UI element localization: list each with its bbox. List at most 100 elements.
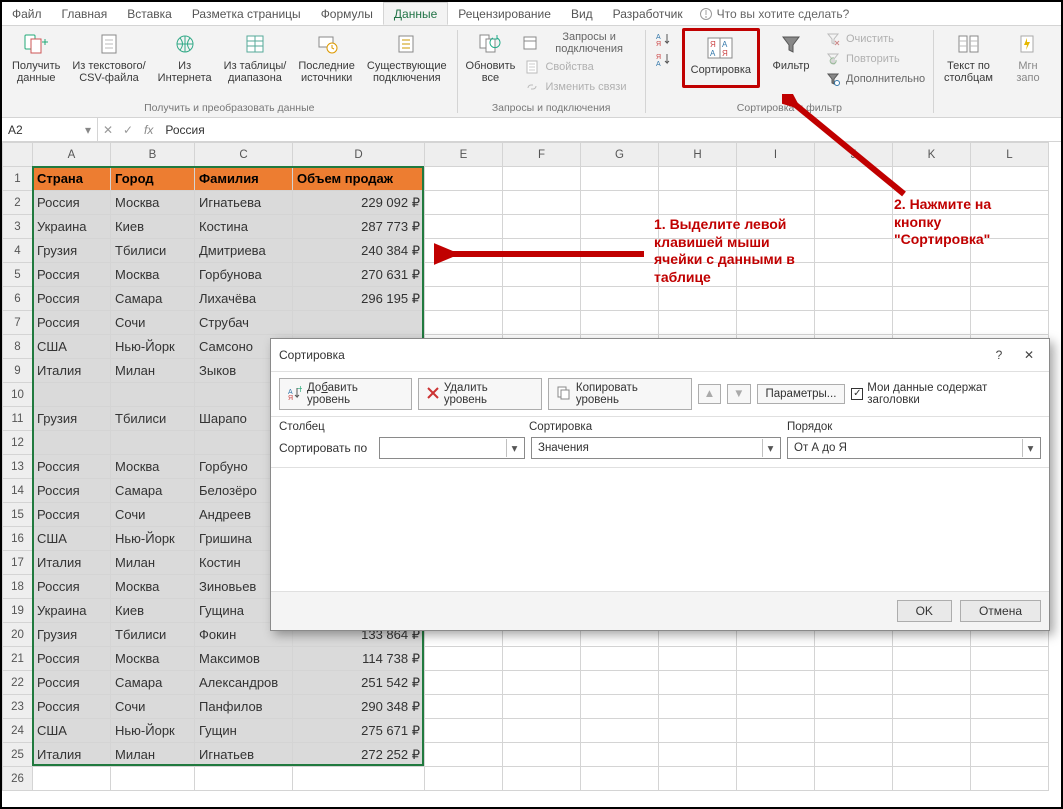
cell[interactable]: Россия — [33, 479, 111, 503]
cell[interactable]: Милан — [111, 743, 195, 767]
col-header-E[interactable]: E — [425, 143, 503, 167]
select-all-corner[interactable] — [3, 143, 33, 167]
cell[interactable] — [971, 215, 1049, 239]
flash-fill-button[interactable]: Мгн запо — [1001, 28, 1055, 86]
cell[interactable] — [659, 263, 737, 287]
cell[interactable] — [33, 431, 111, 455]
cell[interactable]: Сочи — [111, 695, 195, 719]
cell[interactable] — [893, 167, 971, 191]
sort-za-button[interactable]: ЯА — [652, 50, 678, 68]
row-header[interactable]: 9 — [3, 359, 33, 383]
cell[interactable] — [503, 287, 581, 311]
tab-главная[interactable]: Главная — [52, 2, 118, 25]
cell[interactable] — [659, 647, 737, 671]
cell[interactable] — [893, 767, 971, 791]
cell[interactable]: Нью-Йорк — [111, 527, 195, 551]
row-header[interactable]: 2 — [3, 191, 33, 215]
cell[interactable] — [737, 719, 815, 743]
col-header-K[interactable]: K — [893, 143, 971, 167]
cell[interactable] — [425, 311, 503, 335]
advanced-filter-button[interactable]: Дополнительно — [822, 70, 927, 88]
move-up-button[interactable]: ▲ — [698, 384, 721, 404]
cell[interactable] — [659, 671, 737, 695]
cell[interactable]: Костина — [195, 215, 293, 239]
cell[interactable] — [581, 311, 659, 335]
sorton-combo[interactable]: Значения▾ — [531, 437, 781, 459]
cell[interactable] — [659, 767, 737, 791]
cell[interactable] — [581, 167, 659, 191]
text-to-columns-button[interactable]: Текст по столбцам — [940, 28, 997, 86]
cell[interactable]: Россия — [33, 263, 111, 287]
cell[interactable] — [737, 311, 815, 335]
from-csv-button[interactable]: Из текстового/ CSV-файла — [68, 28, 149, 86]
cell[interactable]: Лихачёва — [195, 287, 293, 311]
cell[interactable] — [737, 215, 815, 239]
cell[interactable]: Москва — [111, 455, 195, 479]
cell[interactable]: Москва — [111, 191, 195, 215]
close-icon[interactable]: ✕ — [1017, 345, 1041, 365]
table-header-cell[interactable]: Страна — [33, 167, 111, 191]
row-header[interactable]: 12 — [3, 431, 33, 455]
cell[interactable] — [659, 287, 737, 311]
col-header-C[interactable]: C — [195, 143, 293, 167]
cell[interactable] — [425, 719, 503, 743]
cell[interactable] — [425, 263, 503, 287]
cell[interactable] — [737, 743, 815, 767]
cell[interactable]: Грузия — [33, 407, 111, 431]
cell[interactable] — [893, 191, 971, 215]
cell[interactable]: США — [33, 527, 111, 551]
tab-рецензирование[interactable]: Рецензирование — [448, 2, 561, 25]
cell[interactable] — [503, 263, 581, 287]
cell[interactable] — [659, 719, 737, 743]
cell[interactable] — [815, 695, 893, 719]
cell[interactable] — [581, 647, 659, 671]
cell[interactable] — [815, 767, 893, 791]
cell[interactable] — [659, 239, 737, 263]
cell[interactable]: Италия — [33, 551, 111, 575]
cell[interactable] — [581, 263, 659, 287]
cell[interactable]: Игнатьева — [195, 191, 293, 215]
cell[interactable] — [503, 647, 581, 671]
cell[interactable]: Россия — [33, 575, 111, 599]
tell-me[interactable]: Что вы хотите сделать? — [699, 7, 850, 21]
formula-input[interactable]: Россия — [159, 123, 1061, 137]
cell[interactable] — [33, 383, 111, 407]
row-header[interactable]: 23 — [3, 695, 33, 719]
cell[interactable] — [893, 647, 971, 671]
cell[interactable] — [893, 695, 971, 719]
cell[interactable] — [737, 767, 815, 791]
cell[interactable] — [33, 767, 111, 791]
params-button[interactable]: Параметры... — [757, 384, 846, 404]
cell[interactable] — [815, 743, 893, 767]
cell[interactable] — [503, 239, 581, 263]
cell[interactable]: Тбилиси — [111, 623, 195, 647]
tab-разметка страницы[interactable]: Разметка страницы — [182, 2, 311, 25]
cell[interactable] — [659, 695, 737, 719]
cell[interactable] — [503, 191, 581, 215]
cell[interactable] — [815, 191, 893, 215]
cell[interactable]: Горбунова — [195, 263, 293, 287]
row-header[interactable]: 11 — [3, 407, 33, 431]
cell[interactable] — [659, 311, 737, 335]
cell[interactable] — [893, 239, 971, 263]
cell[interactable]: 240 384 ₽ — [293, 239, 425, 263]
reapply-button[interactable]: Повторить — [822, 50, 927, 68]
cell[interactable] — [971, 287, 1049, 311]
delete-level-button[interactable]: Удалить уровень — [418, 378, 542, 410]
cell[interactable]: Россия — [33, 311, 111, 335]
cell[interactable] — [815, 167, 893, 191]
col-header-G[interactable]: G — [581, 143, 659, 167]
cell[interactable] — [581, 743, 659, 767]
cell[interactable] — [815, 239, 893, 263]
row-header[interactable]: 6 — [3, 287, 33, 311]
cell[interactable] — [503, 695, 581, 719]
row-header[interactable]: 26 — [3, 767, 33, 791]
cell[interactable] — [425, 287, 503, 311]
cell[interactable]: 290 348 ₽ — [293, 695, 425, 719]
properties-button[interactable]: Свойства — [521, 58, 638, 76]
cancel-button[interactable]: Отмена — [960, 600, 1041, 622]
cell[interactable]: Грузия — [33, 623, 111, 647]
cell[interactable] — [737, 671, 815, 695]
cell[interactable]: 275 671 ₽ — [293, 719, 425, 743]
cell[interactable]: Украина — [33, 215, 111, 239]
